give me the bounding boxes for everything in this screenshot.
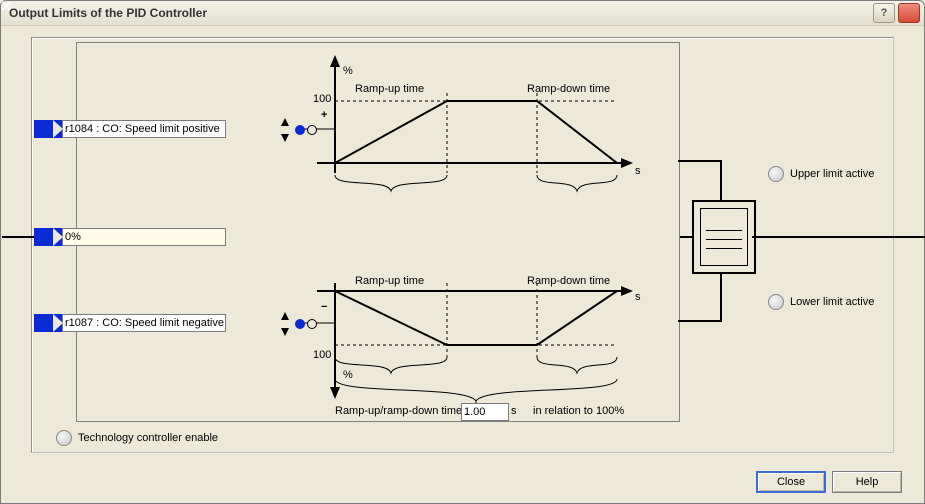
s-label-upper: s: [635, 165, 641, 177]
window-title: Output Limits of the PID Controller: [9, 6, 870, 20]
close-button[interactable]: Close: [756, 471, 826, 493]
neg-limit-value[interactable]: r1087 : CO: Speed limit negative: [62, 314, 226, 332]
neg-limit-dot-icon: [295, 319, 305, 329]
wire: [720, 160, 722, 200]
wire: [752, 236, 922, 238]
ramp-both-label: Ramp-up/ramp-down time: [335, 405, 462, 417]
led-icon: [768, 294, 784, 310]
tech-enable-status: Technology controller enable: [56, 430, 218, 446]
ramp-down-label-upper: Ramp-down time: [527, 83, 610, 95]
limiter-block: [692, 200, 756, 274]
pos-limit-spin-icon[interactable]: [279, 118, 291, 142]
ramp-up-label-upper: Ramp-up time: [355, 83, 424, 95]
lower-limit-label: Lower limit active: [790, 296, 874, 308]
wire: [678, 320, 722, 322]
percent-label-lower: %: [343, 369, 353, 381]
upper-limit-label: Upper limit active: [790, 168, 874, 180]
ramp-relation-label: in relation to 100%: [533, 405, 624, 417]
pos-limit-value[interactable]: r1084 : CO: Speed limit positive: [62, 120, 226, 138]
ramp-unit-label: s: [511, 405, 517, 417]
ramp-up-label-lower: Ramp-up time: [355, 275, 424, 287]
dialog-window: Output Limits of the PID Controller ?: [0, 0, 925, 504]
hundred-label-upper: 100: [313, 93, 331, 105]
upper-limit-status: Upper limit active: [768, 166, 874, 182]
hundred-label-lower: 100: [313, 349, 331, 361]
led-icon: [768, 166, 784, 182]
percent-label-upper: %: [343, 65, 353, 77]
dialog-buttons: Close Help: [756, 471, 902, 493]
wire: [720, 270, 722, 322]
help-titlebar-button[interactable]: ?: [873, 3, 895, 23]
ramp-time-input[interactable]: [461, 403, 509, 421]
center-value[interactable]: 0%: [62, 228, 226, 246]
led-icon: [56, 430, 72, 446]
pos-limit-param[interactable]: r1084 : CO: Speed limit positive: [34, 120, 226, 138]
titlebar: Output Limits of the PID Controller ?: [1, 1, 924, 26]
lower-limit-status: Lower limit active: [768, 294, 874, 310]
s-label-lower: s: [635, 291, 641, 303]
center-value-param[interactable]: 0%: [34, 228, 226, 246]
param-marker-icon: [34, 228, 62, 246]
main-panel: % 100 Ramp-up time Ramp-down time s Ramp…: [31, 37, 894, 453]
tech-enable-label: Technology controller enable: [78, 432, 218, 444]
help-button[interactable]: Help: [832, 471, 902, 493]
content-area: % 100 Ramp-up time Ramp-down time s Ramp…: [1, 25, 924, 503]
wire: [678, 160, 722, 162]
neg-limit-node-icon: [307, 319, 317, 329]
pos-limit-dot-icon: [295, 125, 305, 135]
pos-limit-node-icon: [307, 125, 317, 135]
param-marker-icon: [34, 314, 62, 332]
close-titlebar-button[interactable]: [898, 3, 920, 23]
param-marker-icon: [34, 120, 62, 138]
ramp-down-label-lower: Ramp-down time: [527, 275, 610, 287]
neg-limit-param[interactable]: r1087 : CO: Speed limit negative: [34, 314, 226, 332]
neg-limit-spin-icon[interactable]: [279, 312, 291, 336]
